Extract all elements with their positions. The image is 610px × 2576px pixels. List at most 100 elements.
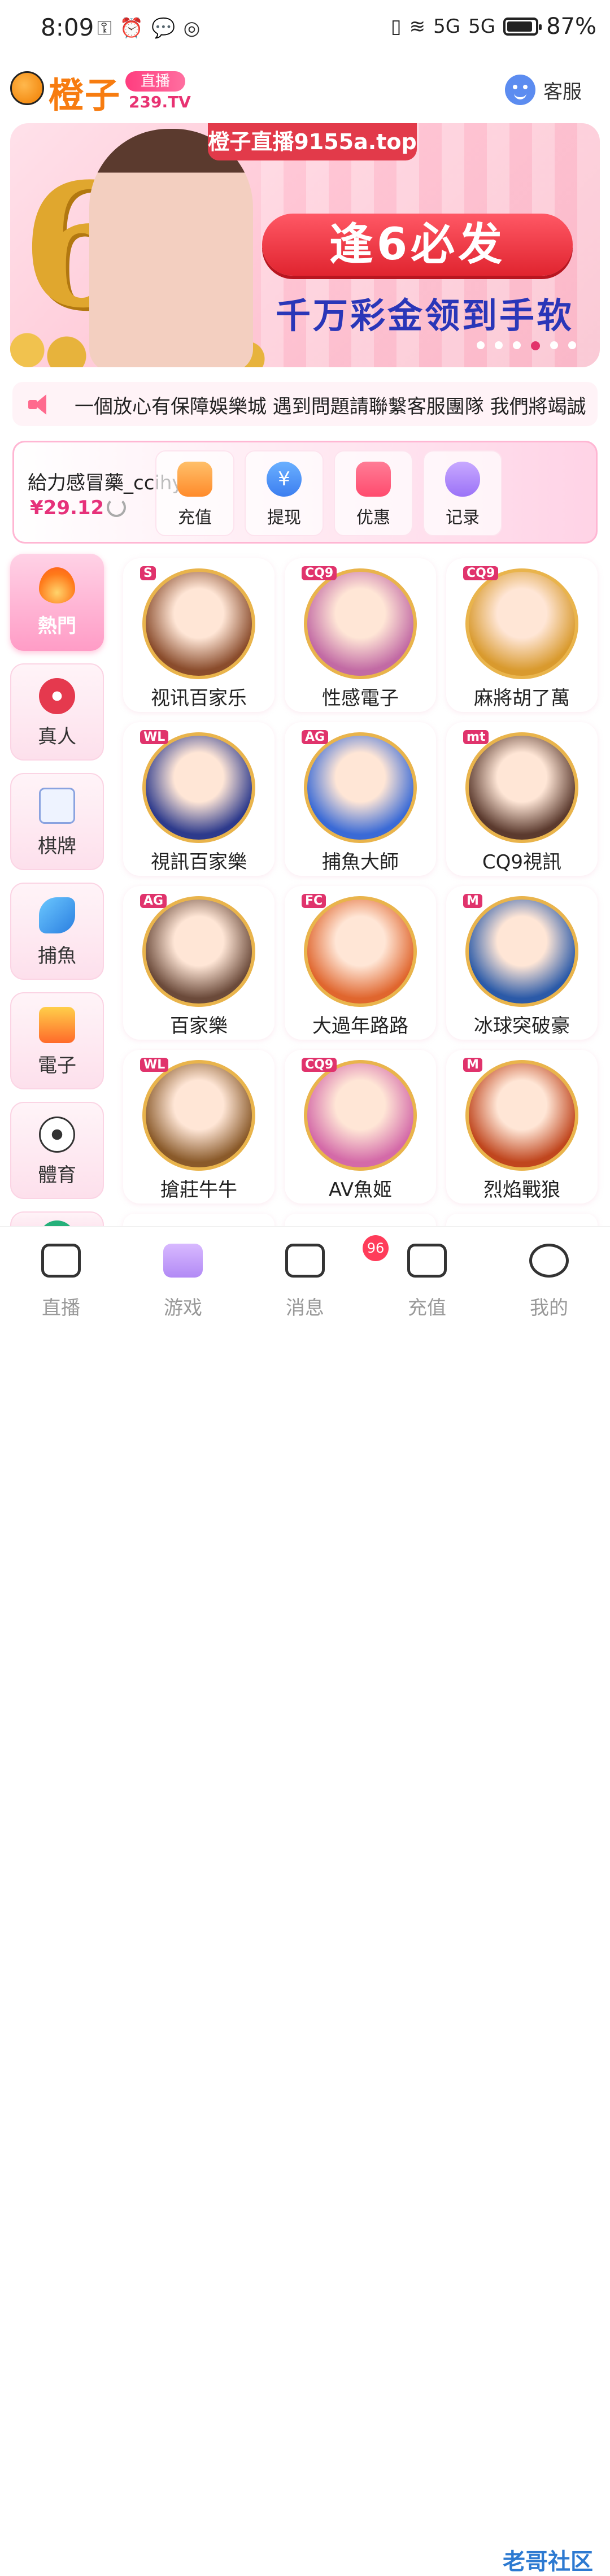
- announcement-text: 一個放心有保障娛樂城 遇到問題請聯繫客服團隊 我們將竭誠: [75, 396, 586, 418]
- battery-percent: 87%: [546, 14, 596, 40]
- ticket-icon: [356, 462, 391, 497]
- slot-777-icon: [39, 1007, 75, 1043]
- customer-service-button[interactable]: 客服: [505, 75, 582, 105]
- game-tile[interactable]: M 冰球突破豪: [446, 886, 598, 1040]
- game-tile[interactable]: AG 百家樂: [123, 886, 274, 1040]
- carousel-dot-active[interactable]: [531, 341, 540, 350]
- carousel-dot[interactable]: [550, 341, 558, 349]
- tab-profile[interactable]: 我的: [488, 1244, 610, 1320]
- game-thumbnail: [465, 568, 578, 679]
- tab-label: 游戏: [164, 1297, 202, 1319]
- provider-tag: FC: [302, 894, 326, 908]
- tab-messages[interactable]: 96 消息: [244, 1235, 389, 1320]
- game-name: 視訊百家樂: [151, 851, 247, 874]
- app-header: 橙子 直播 239.TV 客服: [0, 62, 610, 119]
- game-tile[interactable]: S 视讯百家乐: [123, 558, 274, 712]
- category-sports[interactable]: 體育: [10, 1102, 104, 1199]
- game-thumbnail: [304, 1060, 417, 1171]
- customer-service-label: 客服: [543, 80, 582, 103]
- promo-button[interactable]: 优惠: [334, 450, 413, 536]
- carousel-dot[interactable]: [513, 341, 521, 349]
- carousel-dot[interactable]: [495, 341, 503, 349]
- tab-label: 充值: [408, 1297, 446, 1319]
- category-hot[interactable]: 熱門: [10, 554, 104, 651]
- game-thumbnail: [465, 896, 578, 1007]
- status-time: 8:09: [41, 14, 94, 41]
- category-label: 體育: [38, 1164, 76, 1187]
- headset-icon: [505, 75, 535, 105]
- game-name: 麻將胡了萬: [474, 687, 570, 710]
- game-thumbnail: [304, 896, 417, 1007]
- tab-recharge[interactable]: 充值: [366, 1244, 488, 1320]
- game-thumbnail: [142, 896, 255, 1007]
- game-name: 搶莊牛牛: [160, 1179, 237, 1201]
- refresh-icon[interactable]: [107, 498, 126, 517]
- promo-label: 优惠: [356, 508, 390, 528]
- promo-banner[interactable]: 6 橙子直播9155a.top 逢6必发 千万彩金领到手软: [10, 123, 600, 367]
- chip-icon: [39, 678, 75, 714]
- game-tile[interactable]: WL 視訊百家樂: [123, 722, 274, 876]
- category-live[interactable]: 真人: [10, 663, 104, 761]
- carousel-dot[interactable]: [568, 341, 576, 349]
- provider-tag: M: [463, 894, 482, 908]
- game-name: 冰球突破豪: [474, 1015, 570, 1037]
- banner-button: 逢6必发: [262, 214, 573, 276]
- site-name: 239.TV: [129, 93, 191, 111]
- provider-tag: CQ9: [463, 566, 499, 580]
- wallet-icon: [407, 1244, 447, 1278]
- wifi-icon: ≋: [409, 15, 426, 38]
- provider-tag: AG: [302, 730, 329, 744]
- provider-tag: WL: [140, 1058, 169, 1072]
- wallet-icon: [177, 462, 212, 497]
- category-label: 電子: [38, 1054, 76, 1077]
- game-name: 捕魚大師: [322, 851, 399, 874]
- banner-subtitle: 千万彩金领到手软: [276, 295, 574, 336]
- announcement-marquee[interactable]: 一個放心有保障娛樂城 遇到問題請聯繫客服團隊 我們將竭誠: [12, 382, 598, 426]
- provider-tag: CQ9: [302, 566, 337, 580]
- game-name: 性感電子: [322, 687, 399, 710]
- signal-icon: 5G: [433, 15, 461, 38]
- status-bar: 8:09 ⚿ ⏰ 💬 ◎ ▯ ≋ 5G 5G 87%: [0, 0, 610, 57]
- game-thumbnail: [142, 568, 255, 679]
- carousel-dot[interactable]: [477, 341, 485, 349]
- key-icon: ⚿: [97, 17, 112, 40]
- category-cards[interactable]: 棋牌: [10, 773, 104, 870]
- account-panel: 給力感冒藥_ccihyx ¥29.12 充值 ¥ 提现 优惠 记录: [12, 441, 598, 544]
- banner-model-image: [89, 129, 253, 367]
- brand-name: 橙子: [49, 75, 121, 116]
- recharge-label: 充值: [178, 508, 212, 528]
- game-tile[interactable]: M 烈焰戰狼: [446, 1050, 598, 1204]
- category-slots[interactable]: 電子: [10, 992, 104, 1089]
- category-fishing[interactable]: 捕魚: [10, 883, 104, 980]
- category-label: 捕魚: [38, 945, 76, 967]
- soccer-ball-icon: [39, 1117, 75, 1153]
- game-tile[interactable]: mt CQ9視訊: [446, 722, 598, 876]
- record-button[interactable]: 记录: [423, 450, 502, 536]
- game-name: AV魚姬: [328, 1179, 393, 1201]
- chat-icon: 💬: [151, 17, 176, 40]
- game-tile[interactable]: CQ9 麻將胡了萬: [446, 558, 598, 712]
- tab-games[interactable]: 游戏: [122, 1244, 244, 1320]
- status-right: ▯ ≋ 5G 5G 87%: [391, 14, 596, 40]
- category-label: 真人: [38, 726, 76, 748]
- game-tile[interactable]: WL 搶莊牛牛: [123, 1050, 274, 1204]
- flame-icon: [39, 567, 75, 603]
- vibrate-icon: ▯: [390, 15, 402, 38]
- withdraw-button[interactable]: ¥ 提现: [245, 450, 324, 536]
- game-tile[interactable]: CQ9 性感電子: [285, 558, 436, 712]
- bottom-tab-bar: 直播 游戏 96 消息 充值 我的 老哥社区: [0, 1226, 610, 2575]
- provider-tag: WL: [140, 730, 169, 744]
- fish-icon: [39, 897, 75, 933]
- status-left-icons: ⚿ ⏰ 💬 ◎: [97, 17, 200, 40]
- game-tile[interactable]: AG 捕魚大師: [285, 722, 436, 876]
- game-tile[interactable]: CQ9 AV魚姬: [285, 1050, 436, 1204]
- tab-live[interactable]: 直播: [0, 1244, 122, 1320]
- carousel-dots: [477, 341, 576, 350]
- banner-top-text: 橙子直播9155a.top: [208, 123, 417, 160]
- tab-label: 消息: [286, 1297, 324, 1319]
- provider-tag: S: [140, 566, 156, 580]
- provider-tag: CQ9: [302, 1058, 337, 1072]
- game-tile[interactable]: FC 大過年路路: [285, 886, 436, 1040]
- yen-icon: ¥: [267, 462, 302, 497]
- recharge-button[interactable]: 充值: [155, 450, 234, 536]
